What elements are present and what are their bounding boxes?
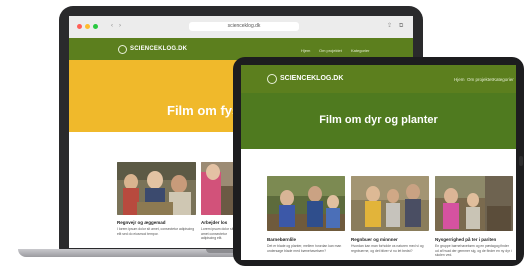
children-photo-icon [117, 162, 196, 215]
site-header: SCIENCEKLOG.DK Hjem Om projektet Kategor… [241, 65, 516, 93]
forward-arrow-icon[interactable]: › [119, 22, 121, 31]
nav-item-kategorier[interactable]: Kategorier [493, 77, 514, 82]
address-bar[interactable]: scienceklog.dk [189, 22, 299, 31]
card-photo[interactable] [435, 176, 513, 231]
hero-title: Film om dyr og planter [319, 114, 438, 126]
nav-item-hjem[interactable]: Hjem [454, 77, 465, 82]
share-icon[interactable]: ⇪ [387, 22, 392, 31]
tablet-device: SCIENCEKLOG.DK Hjem Om projektet Kategor… [233, 57, 524, 266]
card-text: Hvordan kan man forholde os naturen med … [351, 244, 424, 253]
maximize-window-button[interactable] [93, 24, 98, 29]
logo-icon [118, 45, 127, 54]
browser-toolbar: ‹ › scienceklog.dk ⇪ ⧉ [69, 16, 413, 39]
close-window-button[interactable] [77, 24, 82, 29]
card-text: Det er blade og planter, mellem hvordan … [267, 244, 342, 253]
site-logo[interactable]: SCIENCEKLOG.DK [280, 75, 343, 82]
card-title[interactable]: Barnebørnlile [267, 237, 296, 242]
card-photo[interactable] [267, 176, 345, 231]
card-photo[interactable] [117, 162, 196, 215]
card-title[interactable]: Regnbuer og minnner [351, 237, 398, 242]
card-photo[interactable] [351, 176, 429, 231]
minimize-window-button[interactable] [85, 24, 90, 29]
children-outdoors-photo-icon [351, 176, 429, 231]
site-logo[interactable]: SCIENCEKLOG.DK [130, 46, 187, 52]
tablet-home-button[interactable] [519, 156, 523, 166]
children-photo-icon [201, 162, 235, 215]
nav-item-om-projektet[interactable]: Om projektet [319, 48, 342, 53]
children-in-forest-photo-icon [267, 176, 345, 231]
card-text: En gruppe børnehavebørn og en pædagog fi… [435, 244, 512, 258]
card-text: Lorem ipsum dolor sit amet consectetur a… [201, 227, 234, 241]
card-text: I lorem ipsum dolor sit amet, consectetu… [117, 227, 195, 236]
tabs-icon[interactable]: ⧉ [399, 22, 403, 31]
card-photo[interactable] [201, 162, 235, 215]
nav-item-kategorier[interactable]: Kategorier [351, 48, 369, 53]
back-arrow-icon[interactable]: ‹ [111, 22, 113, 31]
content-area: Barnebørnlile Det er blade og planter, m… [241, 149, 516, 260]
children-in-garden-photo-icon [435, 176, 513, 231]
card-title[interactable]: Arbejder los [201, 220, 227, 225]
logo-icon [267, 74, 277, 84]
hero-banner: Film om dyr og planter [241, 93, 516, 149]
nav-item-hjem[interactable]: Hjem [301, 48, 310, 53]
card-title[interactable]: Regnvejr og æggemad [117, 220, 166, 225]
tablet-screen: SCIENCEKLOG.DK Hjem Om projektet Kategor… [241, 65, 516, 260]
nav-item-om-projektet[interactable]: Om projektet [467, 77, 493, 82]
card-title[interactable]: Nysgerrighed på ter i pariten [435, 237, 496, 242]
